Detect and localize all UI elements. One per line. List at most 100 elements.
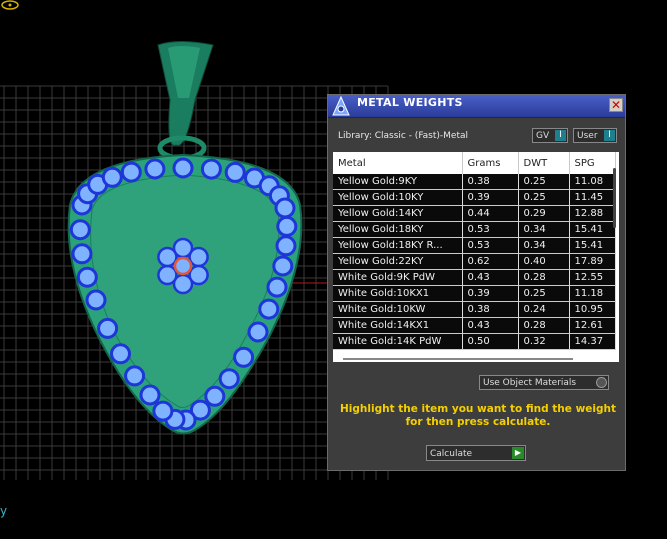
cell-spg[interactable]: 15.41 bbox=[569, 237, 616, 254]
horizontal-scrollbar[interactable] bbox=[343, 358, 573, 360]
table-row[interactable]: White Gold:14K PdW 0.50 0.32 14.37 bbox=[333, 333, 616, 350]
pendant-model[interactable] bbox=[67, 41, 303, 435]
cell-dwt[interactable]: 0.34 bbox=[518, 221, 570, 238]
bead bbox=[247, 321, 269, 343]
cell-metal[interactable]: Yellow Gold:18KY bbox=[333, 221, 463, 238]
bead bbox=[218, 368, 240, 390]
table-row[interactable]: White Gold:10KW 0.38 0.24 10.95 bbox=[333, 301, 616, 318]
cell-metal[interactable]: White Gold:10KW bbox=[333, 301, 463, 318]
bead bbox=[266, 276, 288, 298]
bead bbox=[172, 157, 194, 179]
center-flower bbox=[157, 237, 209, 295]
bead bbox=[139, 384, 161, 406]
bead bbox=[272, 255, 294, 277]
cell-spg[interactable]: 17.89 bbox=[569, 253, 616, 270]
cell-spg[interactable]: 12.61 bbox=[569, 317, 616, 334]
user-toggle[interactable]: User I bbox=[573, 128, 617, 143]
cell-grams[interactable]: 0.53 bbox=[462, 221, 519, 238]
instruction-line: Highlight the item you want to find the … bbox=[340, 403, 616, 415]
bead bbox=[275, 235, 297, 257]
cell-dwt[interactable]: 0.28 bbox=[518, 317, 570, 334]
metal-table[interactable]: Metal Grams DWT SPG Yellow Gold:9KY 0.38 0… bbox=[333, 152, 619, 362]
cell-grams[interactable]: 0.43 bbox=[462, 269, 519, 286]
cell-metal[interactable]: White Gold:10KX1 bbox=[333, 285, 463, 302]
cell-dwt[interactable]: 0.24 bbox=[518, 301, 570, 318]
cell-grams[interactable]: 0.39 bbox=[462, 285, 519, 302]
cell-grams[interactable]: 0.43 bbox=[462, 317, 519, 334]
bead bbox=[110, 343, 131, 365]
metal-weights-logo-icon bbox=[332, 95, 350, 116]
cell-spg[interactable]: 10.95 bbox=[569, 301, 616, 318]
cell-spg[interactable]: 11.18 bbox=[569, 285, 616, 302]
column-header-metal[interactable]: Metal bbox=[333, 152, 463, 174]
cell-spg[interactable]: 14.37 bbox=[569, 333, 616, 350]
cell-dwt[interactable]: 0.29 bbox=[518, 205, 570, 222]
cell-dwt[interactable]: 0.25 bbox=[518, 174, 570, 190]
table-row[interactable]: White Gold:10KX1 0.39 0.25 11.18 bbox=[333, 285, 616, 302]
bead bbox=[258, 298, 280, 320]
cell-metal[interactable]: White Gold:14K PdW bbox=[333, 333, 463, 350]
bead bbox=[85, 289, 107, 311]
gv-toggle[interactable]: GV I bbox=[532, 128, 568, 143]
cell-dwt[interactable]: 0.32 bbox=[518, 333, 570, 350]
cell-metal[interactable]: White Gold:14KX1 bbox=[333, 317, 463, 334]
cell-grams[interactable]: 0.38 bbox=[462, 174, 519, 190]
table-row[interactable]: Yellow Gold:22KY 0.62 0.40 17.89 bbox=[333, 253, 616, 270]
cell-metal[interactable]: Yellow Gold:14KY bbox=[333, 205, 463, 222]
title-bar[interactable]: METAL WEIGHTS ✕ bbox=[328, 95, 625, 118]
bead bbox=[204, 385, 226, 407]
cell-spg[interactable]: 12.55 bbox=[569, 269, 616, 286]
column-header-spg[interactable]: SPG bbox=[569, 152, 616, 174]
gv-toggle-switch-icon: I bbox=[555, 130, 566, 141]
bead bbox=[233, 346, 255, 368]
bead bbox=[144, 158, 166, 180]
instruction-text: Highlight the item you want to find the … bbox=[338, 403, 618, 429]
bead bbox=[124, 365, 146, 387]
column-header-dwt[interactable]: DWT bbox=[518, 152, 570, 174]
cell-metal[interactable]: Yellow Gold:18KY R... bbox=[333, 237, 463, 254]
metal-weights-panel[interactable]: METAL WEIGHTS ✕ Library: Classic - (Fast… bbox=[327, 94, 626, 471]
table-row[interactable]: White Gold:9K PdW 0.43 0.28 12.55 bbox=[333, 269, 616, 286]
viewport-gizmo-icon[interactable] bbox=[0, 0, 19, 10]
cell-metal[interactable]: Yellow Gold:9KY bbox=[333, 174, 463, 190]
cell-grams[interactable]: 0.62 bbox=[462, 253, 519, 270]
cell-spg[interactable]: 12.88 bbox=[569, 205, 616, 222]
cell-dwt[interactable]: 0.28 bbox=[518, 269, 570, 286]
cell-dwt[interactable]: 0.25 bbox=[518, 189, 570, 206]
cell-spg[interactable]: 15.41 bbox=[569, 221, 616, 238]
flower-petal bbox=[188, 246, 209, 268]
cell-grams[interactable]: 0.50 bbox=[462, 333, 519, 350]
table-row[interactable]: Yellow Gold:10KY 0.39 0.25 11.45 bbox=[333, 189, 616, 206]
cell-dwt[interactable]: 0.34 bbox=[518, 237, 570, 254]
gv-toggle-label: GV bbox=[536, 131, 550, 141]
close-button[interactable]: ✕ bbox=[609, 98, 623, 112]
use-object-materials-label: Use Object Materials bbox=[483, 378, 577, 388]
cell-dwt[interactable]: 0.25 bbox=[518, 285, 570, 302]
bead bbox=[76, 266, 98, 288]
cell-grams[interactable]: 0.44 bbox=[462, 205, 519, 222]
cell-metal[interactable]: Yellow Gold:10KY bbox=[333, 189, 463, 206]
column-header-grams[interactable]: Grams bbox=[462, 152, 519, 174]
cell-spg[interactable]: 11.45 bbox=[569, 189, 616, 206]
cell-grams[interactable]: 0.53 bbox=[462, 237, 519, 254]
flower-petal bbox=[157, 246, 178, 268]
table-row[interactable]: White Gold:14KX1 0.43 0.28 12.61 bbox=[333, 317, 616, 334]
use-object-materials-toggle[interactable]: Use Object Materials bbox=[479, 375, 609, 390]
cell-grams[interactable]: 0.39 bbox=[462, 189, 519, 206]
cell-spg[interactable]: 11.08 bbox=[569, 174, 616, 190]
bead bbox=[120, 161, 142, 183]
flower-petal bbox=[157, 264, 178, 286]
cell-metal[interactable]: White Gold:9K PdW bbox=[333, 269, 463, 286]
vertical-scrollbar[interactable] bbox=[613, 168, 616, 228]
table-row[interactable]: Yellow Gold:14KY 0.44 0.29 12.88 bbox=[333, 205, 616, 222]
table-row[interactable]: Yellow Gold:9KY 0.38 0.25 11.08 bbox=[333, 174, 616, 190]
calculate-button[interactable]: Calculate ▶ bbox=[426, 445, 526, 461]
cell-metal[interactable]: Yellow Gold:22KY bbox=[333, 253, 463, 270]
cell-dwt[interactable]: 0.40 bbox=[518, 253, 570, 270]
user-toggle-switch-icon: I bbox=[604, 130, 615, 141]
table-row[interactable]: Yellow Gold:18KY 0.53 0.34 15.41 bbox=[333, 221, 616, 238]
table-row[interactable]: Yellow Gold:18KY R... 0.53 0.34 15.41 bbox=[333, 237, 616, 254]
cell-grams[interactable]: 0.38 bbox=[462, 301, 519, 318]
flower-center bbox=[173, 256, 193, 276]
axis-y-label: y bbox=[0, 504, 8, 518]
